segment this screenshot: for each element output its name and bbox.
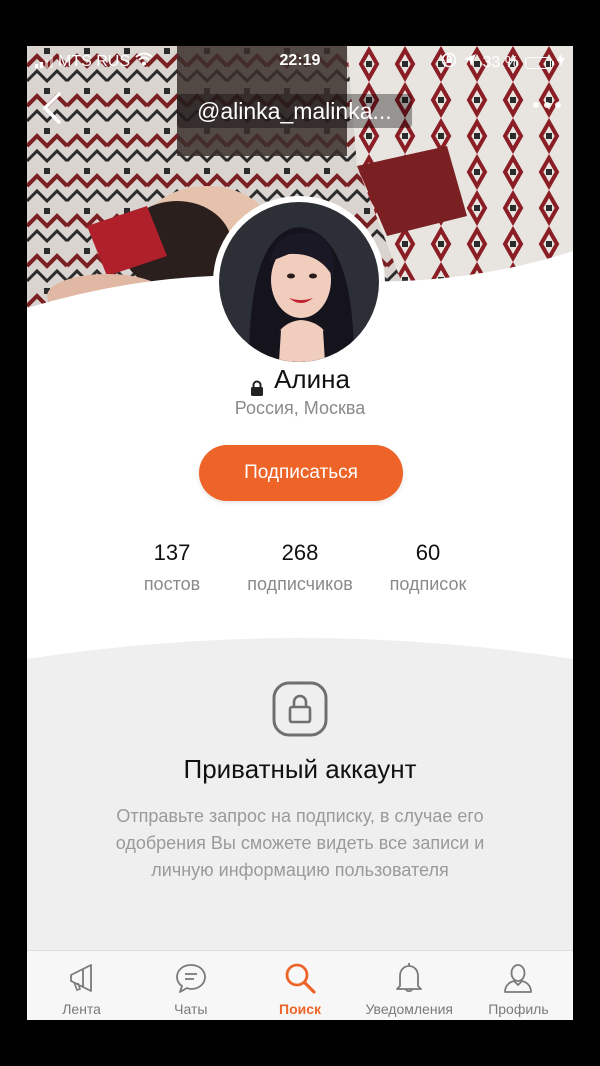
stat-following-value: 60 bbox=[415, 540, 441, 565]
stat-following[interactable]: 60 подписок bbox=[353, 540, 503, 595]
bell-icon bbox=[396, 963, 423, 993]
private-account-description: Отправьте запрос на подписку, в случае е… bbox=[115, 806, 485, 880]
tab-notifications[interactable]: Уведомления bbox=[355, 951, 464, 1020]
tab-notifications-label: Уведомления bbox=[365, 1001, 453, 1017]
profile-name: Алина bbox=[274, 364, 350, 394]
private-account-title: Приватный аккаунт bbox=[183, 754, 417, 784]
avatar[interactable] bbox=[213, 196, 385, 368]
status-right: 33 % bbox=[441, 52, 565, 73]
tab-bar: Лента Чаты Поиск Уведомления Профиль bbox=[27, 950, 573, 1020]
location-icon bbox=[463, 53, 477, 72]
profile-icon bbox=[504, 964, 533, 993]
tab-chats[interactable]: Чаты bbox=[136, 951, 245, 1020]
profile-name-row: Алина bbox=[27, 364, 573, 396]
battery-percent: 33 % bbox=[482, 53, 519, 71]
tab-search-label: Поиск bbox=[279, 1001, 322, 1017]
subscribe-button[interactable]: Подписаться bbox=[199, 445, 403, 501]
private-section-background bbox=[27, 638, 573, 951]
back-button[interactable] bbox=[37, 90, 67, 126]
megaphone-icon bbox=[69, 964, 92, 992]
tab-profile-label: Профиль bbox=[488, 1001, 549, 1017]
status-bar: MTS RUS 22:19 33 % bbox=[27, 46, 573, 76]
stat-following-label: подписок bbox=[389, 574, 467, 594]
lock-icon bbox=[250, 372, 264, 396]
profile-username: @alinka_malinka... bbox=[177, 94, 412, 128]
battery-icon bbox=[525, 56, 554, 69]
more-options-button[interactable] bbox=[533, 102, 561, 108]
tab-search[interactable]: Поиск bbox=[245, 951, 354, 1020]
tab-feed-label: Лента bbox=[62, 1001, 101, 1017]
rotation-lock-icon bbox=[441, 52, 457, 73]
tab-feed[interactable]: Лента bbox=[27, 951, 136, 1020]
app-screen: MTS RUS 22:19 33 % @alinka_malinka... Ал… bbox=[27, 46, 573, 1020]
chevron-left-icon bbox=[43, 92, 61, 124]
tab-profile[interactable]: Профиль bbox=[464, 951, 573, 1020]
charging-icon bbox=[557, 53, 565, 72]
chat-bubble-icon bbox=[175, 964, 206, 993]
private-account-section: Приватный аккаунт Отправьте запрос на по… bbox=[27, 631, 573, 951]
more-dots-icon bbox=[533, 102, 561, 108]
tab-chats-label: Чаты bbox=[174, 1001, 208, 1017]
lock-icon bbox=[272, 681, 328, 737]
profile-location: Россия, Москва bbox=[234, 398, 366, 418]
search-icon bbox=[285, 963, 316, 994]
